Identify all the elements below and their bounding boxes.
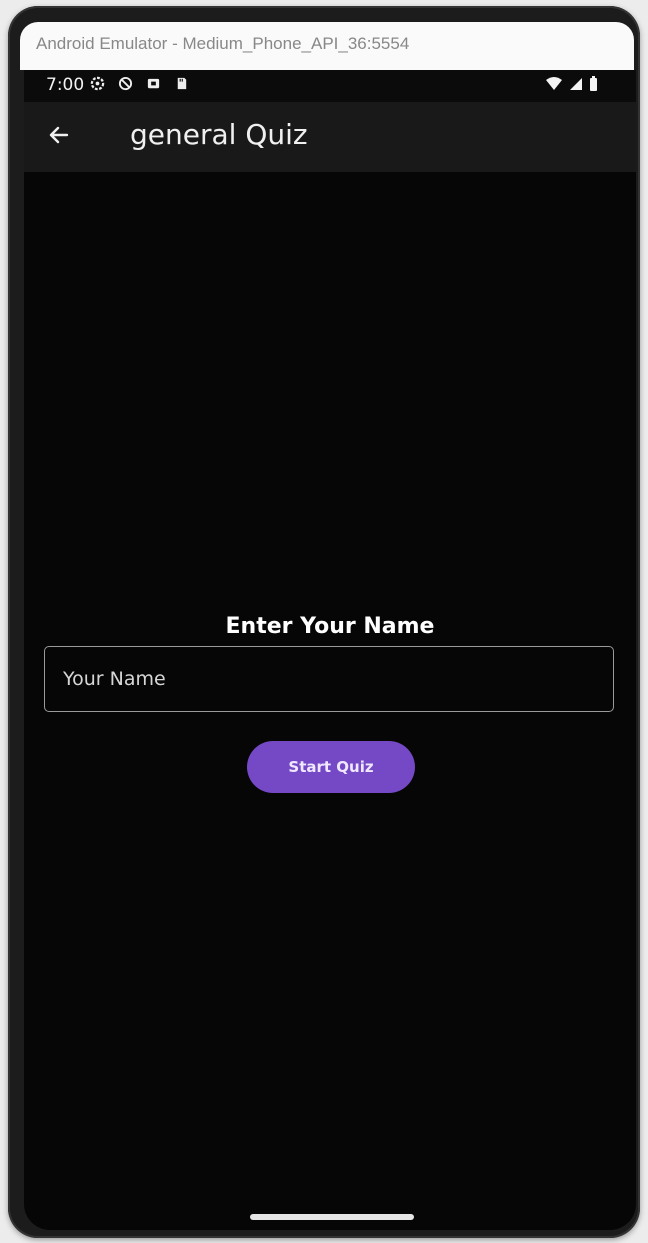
status-left-icons (90, 76, 189, 91)
settings-icon (90, 76, 105, 91)
start-quiz-button[interactable]: Start Quiz (247, 741, 415, 793)
back-button[interactable] (38, 116, 80, 158)
phone-screen: 7:00 general Quiz Enter Your Name Your N… (24, 70, 636, 1230)
emulator-title-bar: Android Emulator - Medium_Phone_API_36:5… (20, 22, 634, 70)
status-right-icons (545, 76, 598, 91)
media-icon (146, 76, 161, 91)
page-title: general Quiz (130, 118, 308, 151)
enter-name-heading: Enter Your Name (225, 614, 435, 639)
status-bar: 7:00 (24, 70, 636, 102)
app-bar: general Quiz (24, 102, 636, 172)
signal-icon (569, 77, 583, 91)
status-time: 7:00 (46, 75, 85, 95)
battery-icon (589, 76, 598, 91)
sd-card-icon (174, 76, 189, 91)
wifi-icon (545, 76, 563, 91)
home-indicator[interactable] (250, 1214, 414, 1220)
emulator-title: Android Emulator - Medium_Phone_API_36:5… (36, 34, 410, 53)
name-input[interactable] (45, 647, 613, 711)
block-icon (118, 76, 133, 91)
name-field[interactable] (44, 646, 614, 712)
arrow-back-icon (47, 123, 71, 152)
